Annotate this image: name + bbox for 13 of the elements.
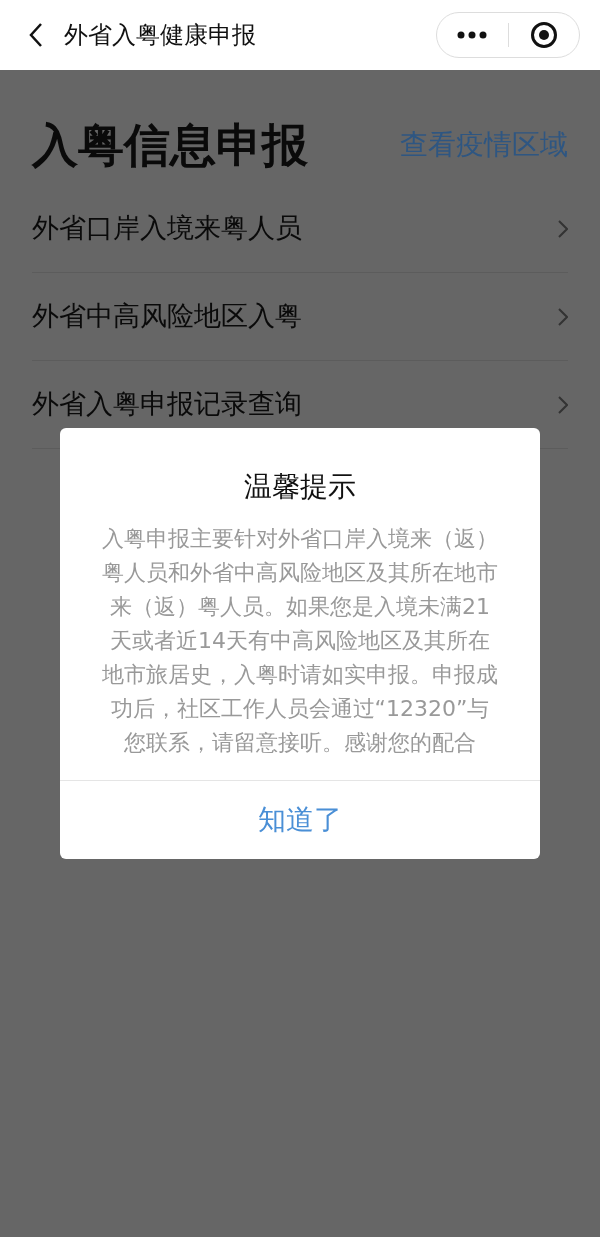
confirm-button[interactable]: 知道了 bbox=[60, 781, 540, 859]
page-heading: 入粤信息申报 bbox=[32, 117, 308, 174]
dialog-title: 温馨提示 bbox=[244, 469, 356, 505]
menu-item[interactable]: 外省口岸入境来粤人员 bbox=[32, 185, 568, 273]
target-icon bbox=[529, 21, 558, 49]
more-icon bbox=[457, 31, 488, 39]
menu-item[interactable]: 外省中高风险地区入粤 bbox=[32, 273, 568, 361]
dialog-message: 入粤申报主要针对外省口岸入境来（返）粤人员和外省中高风险地区及其所在地市来（返）粤人员。如果您是入境未满21天或者近14天有中高风险地区及其所在地市旅居史，入粤时请如实申报。申报成功后，社区工作人员会通过“12320”与您联系，请留意接听。感谢您的配合 bbox=[101, 525, 499, 757]
nav-title: 外省入粤健康申报 bbox=[64, 20, 256, 51]
chevron-icon bbox=[558, 307, 568, 326]
chevron-icon bbox=[558, 219, 568, 238]
chevron-icon bbox=[558, 395, 568, 414]
back-icon bbox=[28, 22, 44, 48]
